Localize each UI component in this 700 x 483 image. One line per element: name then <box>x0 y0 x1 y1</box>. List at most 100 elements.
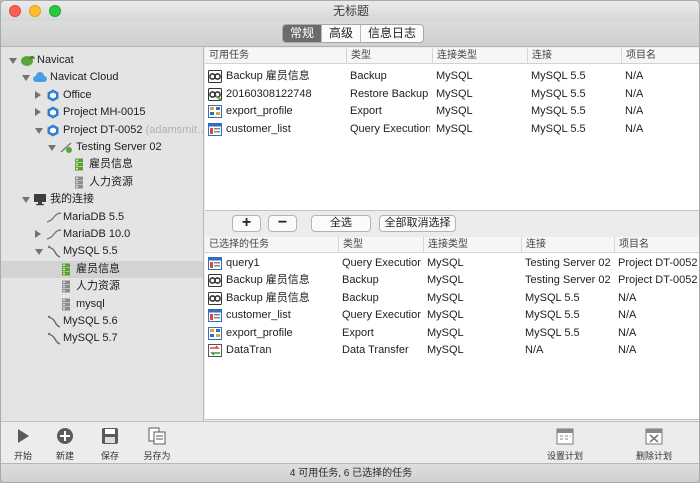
deselect-all-button[interactable]: 全部取消选择 <box>379 215 456 232</box>
sidebar-item-label: 人力资源 <box>76 280 120 293</box>
sidebar-item-label: Project DT-0052 (adamsmit… <box>63 122 203 139</box>
sidebar-item[interactable]: 雇员信息 <box>1 156 203 173</box>
cell-conn: Testing Server 02 <box>525 257 611 269</box>
title-bar[interactable]: 无标题 <box>1 1 699 21</box>
column-header[interactable]: 项目名 <box>614 237 699 253</box>
cell-type: Export <box>342 326 374 339</box>
table-row[interactable]: customer_list Query Execution MySQL MySQL 5… <box>205 307 699 325</box>
cell-name: 20160308122748 <box>226 87 312 100</box>
tab-bar: 常规 高级 信息日志 <box>1 21 699 47</box>
tab-advanced[interactable]: 高级 <box>322 25 362 42</box>
sidebar-item[interactable]: Project MH-0015 <box>1 104 203 121</box>
table-row[interactable]: export_profile Export MySQL MySQL 5.5 N/A <box>205 325 699 343</box>
add-task-button[interactable]: + <box>232 215 261 232</box>
data-transfer-icon <box>208 344 222 357</box>
mysql-dolphin-icon <box>46 315 61 328</box>
delete-schedule-button[interactable]: 删除计划 <box>632 426 676 462</box>
cell-conn-type: MySQL <box>427 344 464 356</box>
disclosure-collapsed-icon[interactable] <box>35 230 41 238</box>
column-header[interactable]: 类型 <box>338 237 423 253</box>
sidebar-item[interactable]: Navicat Cloud <box>1 69 203 86</box>
calendar-icon <box>554 426 576 446</box>
sidebar-item[interactable]: 人力资源 <box>1 174 203 191</box>
column-header[interactable]: 连接类型 <box>432 48 527 64</box>
sidebar-item-label: MySQL 5.5 <box>63 245 118 258</box>
query-icon <box>208 309 222 323</box>
column-header[interactable]: 类型 <box>346 48 432 64</box>
sidebar-item[interactable]: MySQL 5.5 <box>1 243 203 260</box>
cell-type: Export <box>350 105 382 118</box>
column-header[interactable]: 连接类型 <box>423 237 521 253</box>
column-header[interactable]: 已选择的任务 <box>205 237 338 253</box>
column-header[interactable]: 可用任务 <box>205 48 346 64</box>
restore-backup-icon <box>208 87 222 101</box>
save-button[interactable]: 保存 <box>88 426 132 462</box>
task-count-status: 4 可用任务, 6 已选择的任务 <box>289 468 413 479</box>
query-icon <box>208 122 222 136</box>
disclosure-expanded-icon[interactable] <box>48 145 56 151</box>
save-as-button[interactable]: 另存为 <box>135 426 179 462</box>
mysql-dolphin-icon <box>46 332 61 346</box>
sidebar-item-label: Testing Server 02 <box>76 141 162 153</box>
sidebar-item[interactable]: 我的连接 <box>1 191 203 208</box>
table-row[interactable]: Backup 雇员信息 Backup MySQL Testing Server 02 P… <box>205 272 699 290</box>
table-row[interactable]: 20160308122748 Restore Backup MySQL MySQL 5… <box>205 86 699 104</box>
sidebar-item[interactable]: MariaDB 10.0 <box>1 226 203 243</box>
sidebar-item[interactable]: MySQL 5.7 <box>1 330 203 347</box>
cell-project: N/A <box>625 87 644 100</box>
cell-conn: MySQL 5.5 <box>525 309 580 322</box>
bottom-toolbar: 开始 新建 保存 另存为 设置计划 删除计划 <box>1 421 699 463</box>
tab-message-log[interactable]: 信息日志 <box>361 25 423 42</box>
table-row[interactable]: Backup 雇员信息 Backup MySQL MySQL 5.5 N/A <box>205 68 699 86</box>
column-header[interactable]: 连接 <box>521 237 614 253</box>
query-icon <box>208 257 222 270</box>
disclosure-expanded-icon[interactable] <box>35 249 43 256</box>
sidebar-item[interactable]: 人力资源 <box>1 278 203 295</box>
column-header[interactable]: 连接 <box>527 48 621 64</box>
sidebar-item[interactable]: Navicat <box>1 52 203 69</box>
sidebar-item[interactable]: MySQL 5.6 <box>1 313 203 330</box>
disclosure-expanded-icon[interactable] <box>22 75 30 82</box>
sidebar-item[interactable]: mysql <box>1 296 203 313</box>
sidebar-item[interactable]: Project DT-0052 (adamsmit… <box>1 122 203 139</box>
start-button[interactable]: 开始 <box>1 426 45 462</box>
select-all-button[interactable]: 全选 <box>311 215 371 232</box>
cell-conn-type: MySQL <box>427 291 464 304</box>
cell-conn: MySQL 5.5 <box>525 326 580 339</box>
server-connection-icon <box>59 141 73 154</box>
selected-tasks-table: 已选择的任务 类型 连接类型 连接 项目名 query1 Query Execution M… <box>205 237 699 420</box>
table-row[interactable]: customer_list Query Execution MySQL MySQL 5… <box>205 121 699 139</box>
sidebar-item-label: Navicat <box>37 54 74 66</box>
cell-project: Project DT-0052 <box>618 257 698 269</box>
sidebar-item-label: MariaDB 5.5 <box>63 210 125 223</box>
sidebar-item[interactable]: Testing Server 02 <box>1 139 203 156</box>
tab-general[interactable]: 常规 <box>283 25 323 42</box>
disclosure-collapsed-icon[interactable] <box>35 108 41 117</box>
sidebar-item[interactable]: Office <box>1 87 203 104</box>
cell-type: Restore Backup <box>350 87 429 100</box>
table-row[interactable]: DataTran Data Transfer MySQL N/A N/A <box>205 342 699 360</box>
remove-task-button[interactable]: − <box>268 215 297 232</box>
new-button[interactable]: 新建 <box>43 426 87 462</box>
window-title: 无标题 <box>332 4 369 18</box>
database-green-icon <box>59 263 73 276</box>
cell-project: Project DT-0052 <box>618 274 698 287</box>
disclosure-expanded-icon[interactable] <box>35 127 43 134</box>
set-schedule-button[interactable]: 设置计划 <box>543 426 587 462</box>
table-row[interactable]: export_profile Export MySQL MySQL 5.5 N/A <box>205 103 699 121</box>
sidebar-item[interactable]: MariaDB 5.5 <box>1 209 203 226</box>
column-header[interactable]: 项目名 <box>621 48 699 64</box>
table-row[interactable]: Backup 雇员信息 Backup MySQL MySQL 5.5 N/A <box>205 290 699 308</box>
close-window-button[interactable] <box>9 5 21 17</box>
backup-icon <box>208 291 222 305</box>
minimize-window-button[interactable] <box>29 5 41 17</box>
database-gray-icon <box>59 298 73 311</box>
cell-conn: N/A <box>525 344 544 356</box>
zoom-window-button[interactable] <box>49 5 61 17</box>
sidebar-item[interactable]: 雇员信息 <box>1 260 203 278</box>
disclosure-collapsed-icon[interactable] <box>35 90 41 99</box>
table-row[interactable]: query1 Query Execution MySQL Testing Server… <box>205 255 699 273</box>
disclosure-expanded-icon[interactable] <box>9 58 17 64</box>
disclosure-expanded-icon[interactable] <box>22 197 30 204</box>
cell-name: customer_list <box>226 122 291 135</box>
